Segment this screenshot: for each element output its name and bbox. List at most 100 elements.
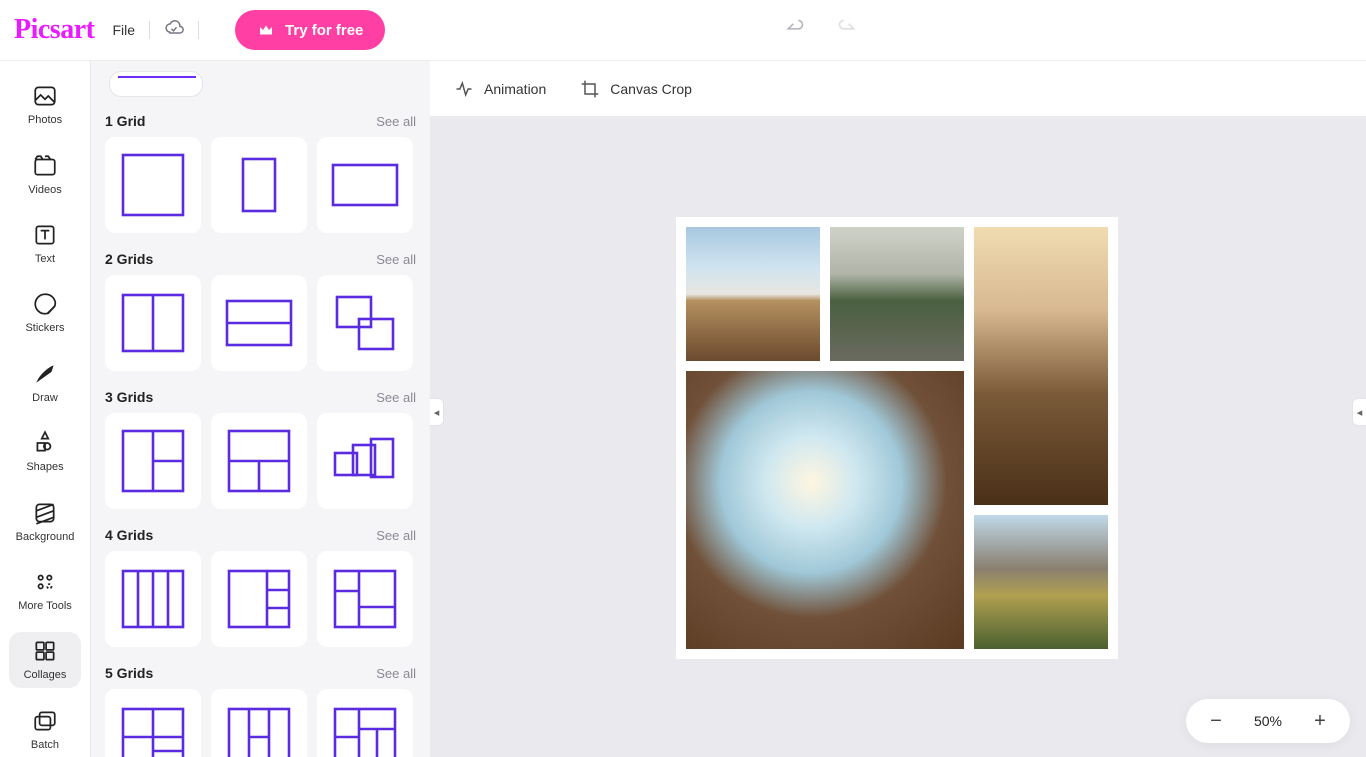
top-bar: Picsart File Try for free: [0, 0, 1366, 60]
grid-thumb[interactable]: [317, 551, 413, 647]
undo-redo-group: [785, 18, 857, 43]
redo-icon[interactable]: [837, 18, 857, 43]
canvas-crop-button[interactable]: Canvas Crop: [580, 79, 692, 99]
rail-text-label: Text: [35, 253, 55, 265]
photos-icon: [32, 83, 58, 109]
zoom-level[interactable]: 50%: [1254, 713, 1282, 729]
rail-videos-label: Videos: [28, 184, 61, 196]
animation-button[interactable]: Animation: [454, 79, 546, 99]
collages-icon: [32, 638, 58, 664]
section-title: 3 Grids: [105, 389, 153, 405]
rail-stickers-label: Stickers: [25, 322, 64, 334]
animation-icon: [454, 79, 474, 99]
section-title: 1 Grid: [105, 113, 145, 129]
grid-thumb[interactable]: [105, 413, 201, 509]
section-head-5grids: 5 Grids See all: [105, 665, 416, 681]
rail-photos[interactable]: Photos: [9, 77, 81, 132]
grid-thumb[interactable]: [317, 413, 413, 509]
stickers-icon: [32, 291, 58, 317]
rail-text[interactable]: Text: [9, 216, 81, 271]
zoom-out-icon[interactable]: −: [1208, 710, 1224, 733]
batch-icon: [32, 708, 58, 734]
collage-cell[interactable]: [686, 227, 820, 361]
canvas-toolbar: Animation Canvas Crop: [430, 60, 1366, 116]
section-row-4grids: [105, 551, 416, 647]
rail-background[interactable]: Background: [9, 493, 81, 548]
collage-artboard[interactable]: [676, 217, 1118, 659]
rail-photos-label: Photos: [28, 114, 62, 126]
see-all-link[interactable]: See all: [376, 390, 416, 405]
grid-thumb[interactable]: [211, 413, 307, 509]
left-rail: Photos Videos Text Stickers Draw Shapes …: [0, 60, 90, 757]
collage-cell[interactable]: [974, 515, 1108, 649]
separator: [198, 21, 199, 39]
rail-videos[interactable]: Videos: [9, 146, 81, 201]
grid-thumb[interactable]: [211, 551, 307, 647]
videos-icon: [32, 153, 58, 179]
rail-draw[interactable]: Draw: [9, 355, 81, 410]
rail-stickers[interactable]: Stickers: [9, 285, 81, 340]
section-head-4grids: 4 Grids See all: [105, 527, 416, 543]
section-head-2grids: 2 Grids See all: [105, 251, 416, 267]
background-icon: [32, 500, 58, 526]
shapes-icon: [32, 430, 58, 456]
animation-label: Animation: [484, 81, 546, 97]
canvas-crop-label: Canvas Crop: [610, 81, 692, 97]
collage-cell[interactable]: [686, 371, 964, 649]
expand-right-panel-icon[interactable]: ◂: [1352, 398, 1366, 426]
grid-thumb[interactable]: [105, 689, 201, 757]
see-all-link[interactable]: See all: [376, 114, 416, 129]
grid-thumb[interactable]: [211, 137, 307, 233]
separator: [149, 21, 150, 39]
collage-cell[interactable]: [830, 227, 964, 361]
undo-icon[interactable]: [785, 18, 805, 43]
file-menu[interactable]: File: [112, 22, 135, 38]
section-title: 5 Grids: [105, 665, 153, 681]
collapse-panel-icon[interactable]: ◂: [430, 398, 444, 426]
crop-icon: [580, 79, 600, 99]
rail-more-tools-label: More Tools: [18, 600, 72, 612]
crown-icon: [257, 21, 275, 39]
section-row-2grids: [105, 275, 416, 371]
section-row-5grids: [105, 689, 416, 757]
grid-thumb[interactable]: [317, 689, 413, 757]
canvas-area[interactable]: − 50% +: [430, 116, 1366, 757]
section-head-3grids: 3 Grids See all: [105, 389, 416, 405]
collage-cell[interactable]: [974, 227, 1108, 505]
grid-thumb[interactable]: [317, 275, 413, 371]
more-tools-icon: [32, 569, 58, 595]
grid-thumb[interactable]: [211, 689, 307, 757]
rail-draw-label: Draw: [32, 392, 58, 404]
section-row-3grids: [105, 413, 416, 509]
try-free-button[interactable]: Try for free: [235, 10, 385, 50]
rail-batch-label: Batch: [31, 739, 59, 751]
panel-scroll[interactable]: 1 Grid See all 2 Grids See all 3 Grids S…: [91, 61, 430, 757]
rail-collages[interactable]: Collages: [9, 632, 81, 687]
rail-shapes-label: Shapes: [26, 461, 63, 473]
section-title: 2 Grids: [105, 251, 153, 267]
grid-thumb[interactable]: [105, 275, 201, 371]
text-icon: [32, 222, 58, 248]
grid-thumb[interactable]: [211, 275, 307, 371]
see-all-link[interactable]: See all: [376, 666, 416, 681]
grid-thumb[interactable]: [105, 551, 201, 647]
see-all-link[interactable]: See all: [376, 528, 416, 543]
cloud-sync-icon[interactable]: [164, 18, 184, 43]
rail-background-label: Background: [16, 531, 75, 543]
logo[interactable]: Picsart: [14, 14, 94, 46]
rail-collages-label: Collages: [24, 669, 67, 681]
panel-top-peek: [109, 71, 203, 97]
grid-thumb[interactable]: [317, 137, 413, 233]
see-all-link[interactable]: See all: [376, 252, 416, 267]
rail-more-tools[interactable]: More Tools: [9, 563, 81, 618]
grid-thumb[interactable]: [105, 137, 201, 233]
section-row-1grid: [105, 137, 416, 233]
zoom-control: − 50% +: [1186, 699, 1350, 743]
try-free-label: Try for free: [285, 22, 363, 39]
rail-batch[interactable]: Batch: [9, 702, 81, 757]
rail-shapes[interactable]: Shapes: [9, 424, 81, 479]
collage-panel: 1 Grid See all 2 Grids See all 3 Grids S…: [90, 60, 430, 757]
draw-icon: [32, 361, 58, 387]
zoom-in-icon[interactable]: +: [1312, 710, 1328, 733]
section-title: 4 Grids: [105, 527, 153, 543]
